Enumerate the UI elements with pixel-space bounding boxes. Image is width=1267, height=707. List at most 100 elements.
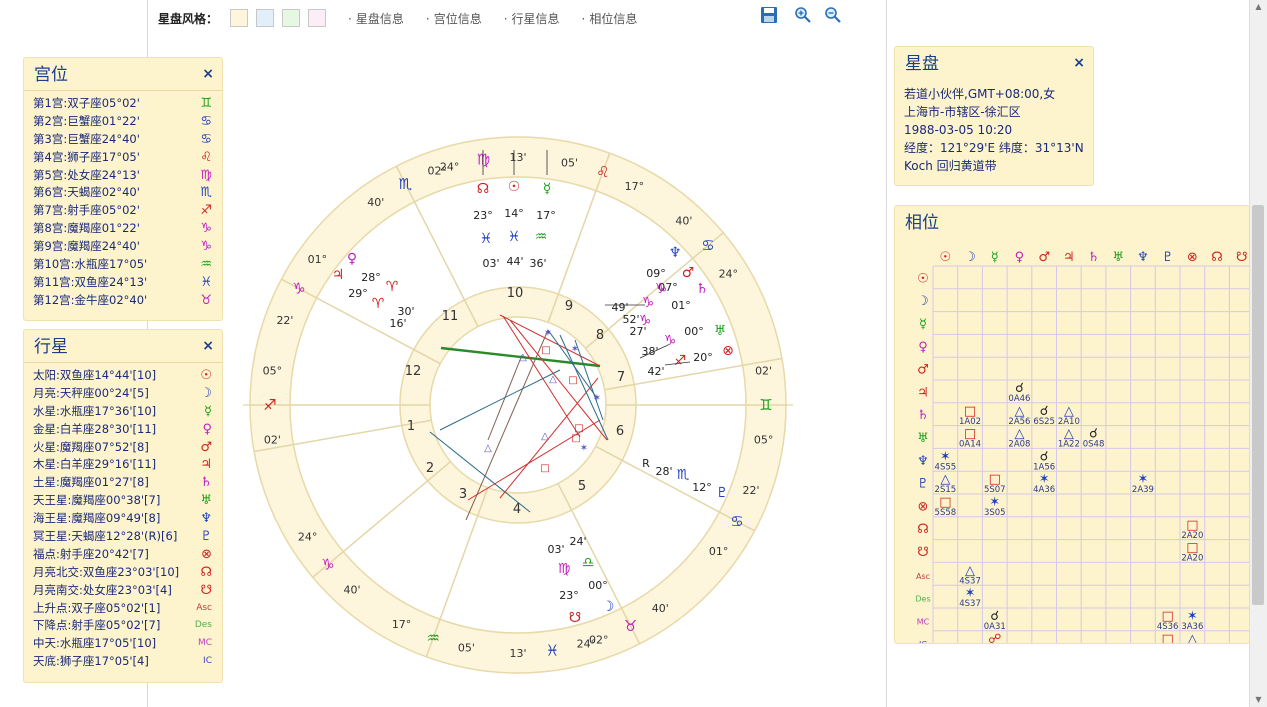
house-number: 10 [507,286,524,301]
planets-panel-close-icon[interactable]: × [202,338,214,354]
aspect-header-icon: ☉ [940,250,952,265]
aspect-value: 0A14 [959,440,981,450]
planet-row: 冥王星:天蝎座12°28'(R)[6] ♇ [24,528,222,546]
planet-glyph-icon: ♀ [347,251,357,267]
house-symbol-icon: ♋ [200,113,212,129]
planet-symbol-icon: ♄ [200,475,212,491]
cusp-degree: 01° [308,253,328,266]
house-row: 第1宫:双子座05°02' ♊ [24,95,222,113]
planet-row-text: 天王星:魔羯座00°38'[7] [33,493,161,508]
planet-degree-label: 23° [559,589,579,602]
planet-row-text: 水星:水瓶座17°36'[10] [33,403,157,418]
planet-degree-label: 00° [684,325,704,338]
cusp-minute: 40' [675,215,692,228]
aspect-value: 4S37 [959,576,981,586]
aspect-value: 2A20 [1181,531,1203,541]
link-chart-info[interactable]: 星盘信息 [348,10,404,27]
style-swatch-1[interactable] [230,9,249,27]
aspect-value: 4S36 [1157,622,1179,632]
planet-degree-label: 09° [646,267,666,280]
planet-glyph-icon: ☽ [602,599,615,615]
aspect-row-label: ♅ [917,431,929,446]
houses-panel-title: 宫位 [24,58,222,91]
link-house-info[interactable]: 宫位信息 [426,10,482,27]
cusp-degree: 24° [298,530,318,543]
cusp-degree: 01° [709,545,729,558]
link-aspect-info[interactable]: 相位信息 [582,10,637,27]
house-number: 8 [596,328,604,343]
planet-degree-label: 24' [569,535,586,548]
scroll-thumb[interactable] [1252,205,1264,605]
house-row-text: 第4宫:狮子座17°05' [33,149,140,164]
link-planet-info[interactable]: 行星信息 [504,10,560,27]
planets-panel: 行星 × 太阳:双鱼座14°44'[10] ☉ 月亮:天秤座00°24'[5] ☽ 水星… [23,329,223,683]
planet-row: 水星:水瓶座17°36'[10] ☿ [24,403,222,421]
house-row-text: 第1宫:双子座05°02' [33,96,140,110]
house-row: 第7宫:射手座05°02' ♐ [24,202,222,220]
planet-row-text: 福点:射手座20°42'[7] [33,546,149,561]
aspect-value: 5S58 [935,508,957,518]
style-swatch-2[interactable] [256,9,275,27]
planet-degree-label: 12° [692,481,712,494]
cusp-minute: 40' [367,196,384,209]
house-row: 第5宫:处女座24°13' ♍ [24,167,222,185]
house-row-text: 第7宫:射手座05°02' [33,203,140,218]
aspect-header-icon: ☿ [991,250,999,265]
planet-degree-label: 16' [389,317,406,330]
planet-glyph-icon: ♆ [669,245,682,261]
aspect-row-label: ☋ [917,545,929,560]
house-row-text: 第11宫:双鱼座24°13' [33,274,148,289]
planet-symbol-icon: Des [194,620,212,631]
planet-degree-label: 28° [361,271,381,284]
planet-glyph-icon: ♑ [642,295,655,311]
cusp-minute: 02' [264,434,281,447]
house-row: 第10宫:水瓶座17°05' ♒ [24,256,222,274]
planet-glyph-icon: ♓ [480,231,493,247]
aspect-row-label: ♃ [917,385,929,400]
aspect-glyph: △ [1187,632,1197,644]
aspect-value: 0S48 [1083,440,1105,450]
planet-glyph-icon: ☋ [569,610,581,626]
aspect-marker: △ [541,431,549,442]
planet-symbol-icon: ☋ [200,582,212,598]
aspect-value: 1A22 [1058,440,1080,450]
aspect-marker: □ [568,375,577,386]
house-row-text: 第5宫:处女座24°13' [33,167,140,182]
planet-degree-label: 03' [547,543,564,556]
planet-degree-label: 17° [536,209,556,222]
cusp-minute: 40' [652,602,669,615]
aspect-marker: ✶ [571,344,579,355]
save-icon[interactable] [758,6,780,26]
planet-symbol-icon: ♃ [200,457,212,473]
planet-row: 金星:白羊座28°30'[11] ♀ [24,421,222,439]
planet-row-text: 中天:水瓶座17°05'[10] [33,636,157,651]
style-swatch-3[interactable] [282,9,301,27]
scroll-up-icon[interactable]: ▲ [1250,0,1267,14]
aspect-header-icon: ♅ [1112,250,1124,265]
aspect-row-label: ♆ [917,454,929,469]
planet-row-text: 土星:魔羯座01°27'[8] [33,475,149,490]
house-row-text: 第2宫:巨蟹座01°22' [33,113,140,128]
planet-row: 太阳:双鱼座14°44'[10] ☉ [24,367,222,385]
aspects-panel-title: 相位 [905,213,939,233]
style-swatch-4[interactable] [308,9,327,27]
houses-panel-close-icon[interactable]: × [202,66,214,82]
aspect-value: 0A46 [1008,394,1030,404]
planet-symbol-icon: ♆ [200,511,212,527]
aspect-row-label: Asc [916,572,930,581]
planet-row: 福点:射手座20°42'[7] ⊗ [24,546,222,564]
zoom-in-icon[interactable] [792,6,814,26]
house-symbol-icon: ♓ [200,274,212,290]
planet-symbol-icon: ♅ [200,493,212,509]
chart-info-close-icon[interactable]: × [1073,55,1085,71]
planet-glyph-icon: ⊗ [722,343,734,359]
cusp-minute: 05' [561,156,578,169]
zoom-out-icon[interactable] [822,6,844,26]
aspect-value: 1A02 [959,417,981,427]
cusp-sign-icon: ♑ [321,555,334,573]
scroll-down-icon[interactable]: ▼ [1250,693,1267,707]
planet-symbol-icon: ☊ [200,564,212,580]
page-scrollbar[interactable]: ▲ ▼ [1249,0,1267,707]
chart-house-system: Koch 回归黄道带 [904,159,997,173]
house-row: 第3宫:巨蟹座24°40' ♋ [24,131,222,149]
